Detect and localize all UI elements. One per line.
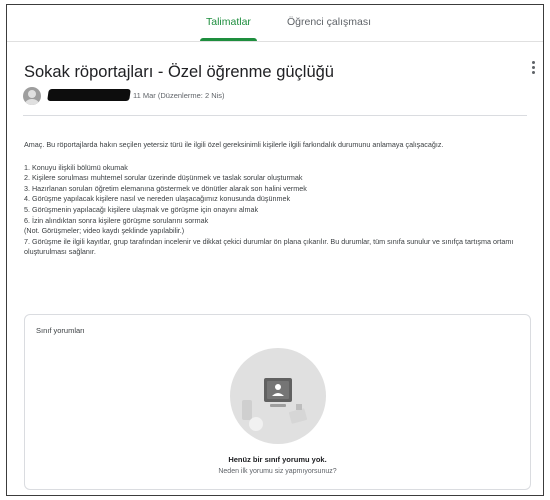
classroom-assignment-view: Talimatlar Öğrenci çalışması Sokak röpor… <box>6 4 544 496</box>
empty-comments-subtitle: Neden ilk yorumu siz yapmıyorsunuz? <box>218 468 337 475</box>
assignment-meta: 11 Mar (Düzenlerme: 2 Nis) <box>23 87 523 107</box>
assignment-note: (Not. Görüşmeler; video kaydı şeklinde y… <box>24 226 185 236</box>
assignment-step: 1. Konuyu ilişkili bölümü okumak <box>24 162 128 172</box>
assignment-step: 6. İzin alındıktan sonra kişilere görüşm… <box>24 215 209 225</box>
tab-instructions-label: Talimatlar <box>206 16 251 28</box>
avatar <box>23 87 41 105</box>
assignment-intro: Amaç. Bu röportajlarda hakın seçilen yet… <box>24 140 444 149</box>
assignment-title: Sokak röportajları - Özel öğrenme güçlüğ… <box>24 63 334 81</box>
assignment-date: 11 Mar (Düzenlerme: 2 Nis) <box>133 91 225 100</box>
assignment-step: 2. Kişilere sorulması muhtemel sorular ü… <box>24 173 303 183</box>
assignment-step: 3. Hazırlanan soruları öğretim elemanına… <box>24 183 307 193</box>
more-vert-icon[interactable] <box>528 59 538 79</box>
active-tab-indicator <box>200 38 257 41</box>
redacted-author-name <box>47 89 131 101</box>
empty-comments-illustration-icon <box>230 348 326 444</box>
assignment-description: Amaç. Bu röportajlarda hakın seçilen yet… <box>24 140 539 258</box>
class-comments-title: Sınıf yorumları <box>36 326 85 335</box>
divider <box>23 115 527 116</box>
assignment-step: 4. Görüşme yapılacak kişilere nasıl ve n… <box>24 194 291 204</box>
tab-student-work-label: Öğrenci çalışması <box>287 16 372 28</box>
tab-bar: Talimatlar Öğrenci çalışması <box>7 5 543 42</box>
empty-comments-title: Henüz bir sınıf yorumu yok. <box>228 455 327 464</box>
tab-instructions[interactable]: Talimatlar <box>200 16 257 41</box>
class-comments-card: Sınıf yorumları Henüz bir sınıf yorumu y… <box>24 314 531 490</box>
assignment-step: 5. Görüşmenin yapılacağı kişilere ulaşma… <box>24 204 259 214</box>
assignment-step: 7. Görüşme ile ilgili kayıtlar, grup tar… <box>24 236 514 257</box>
tab-student-work[interactable]: Öğrenci çalışması <box>287 16 371 28</box>
